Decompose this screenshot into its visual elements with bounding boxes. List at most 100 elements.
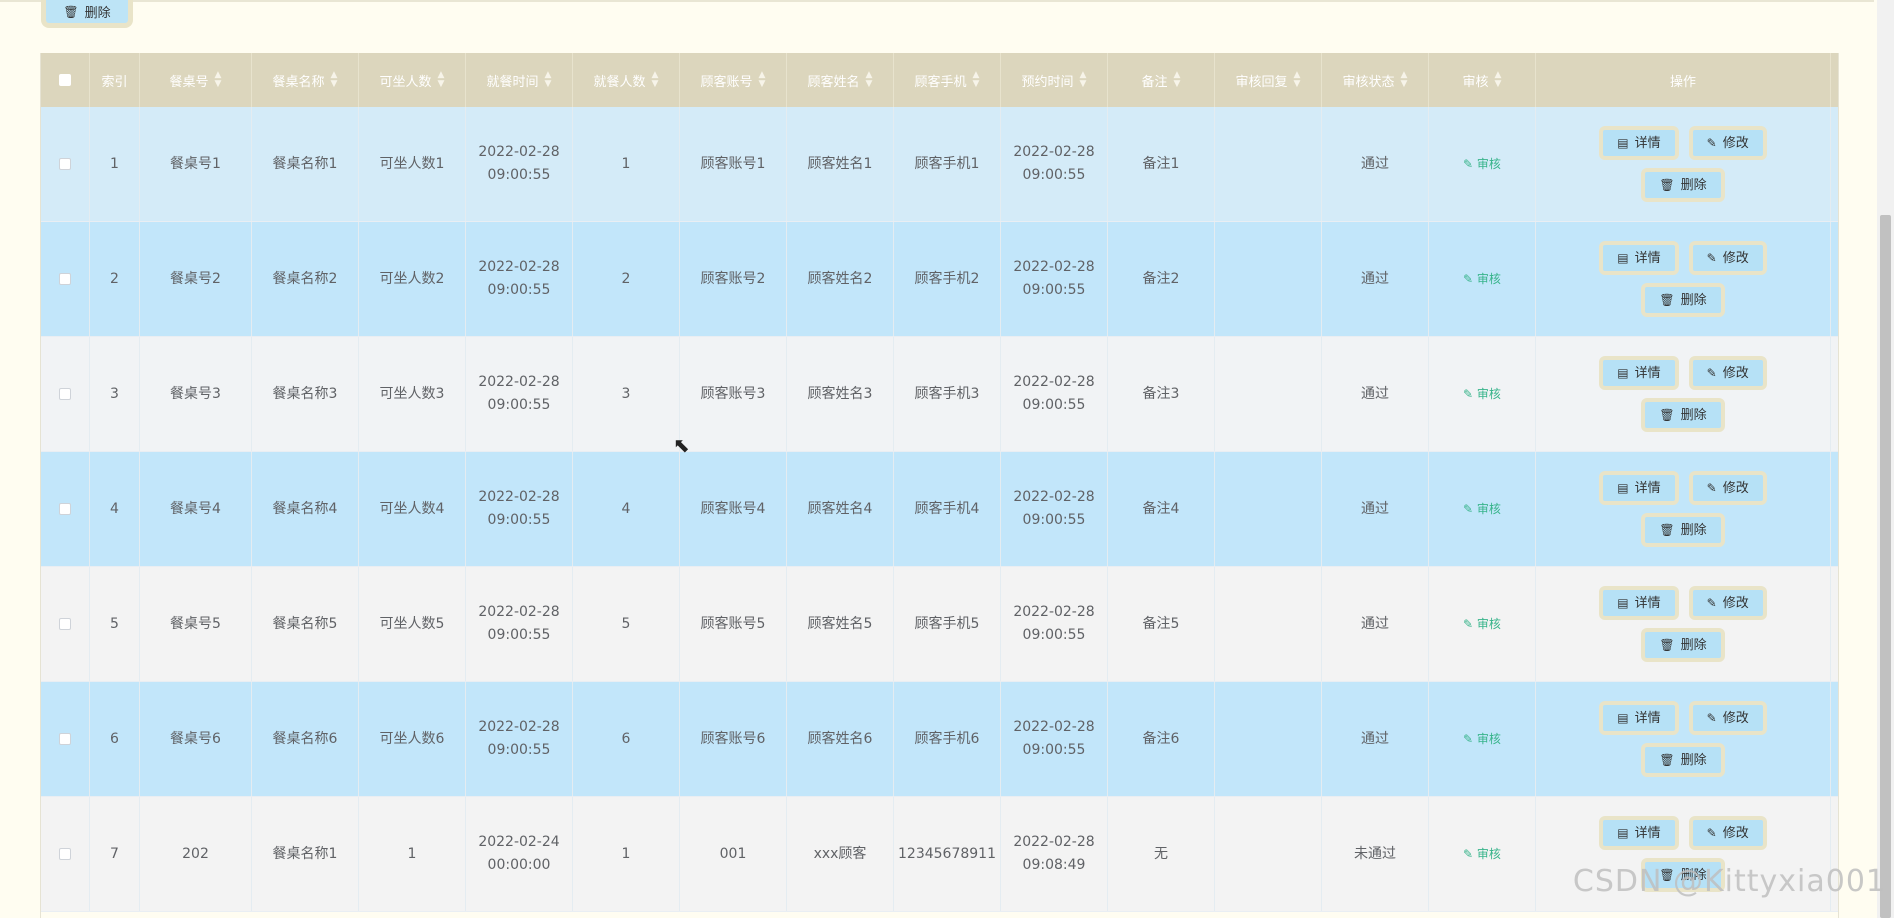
table-body: 1 餐桌号1 餐桌名称1 可坐人数1 2022-02-28 09:00:55 1 顾客账号1… (41, 107, 1838, 912)
row-checkbox[interactable] (59, 733, 71, 745)
row-select-cell[interactable] (41, 337, 90, 451)
delete-button[interactable]: 🗑 删除 (1641, 743, 1725, 777)
column-header[interactable]: 餐桌号 ▲ ▼ (140, 53, 252, 107)
row-checkbox[interactable] (59, 503, 71, 515)
review-link[interactable]: ✎ 审核 (1463, 268, 1501, 291)
sort-arrows-icon[interactable]: ▲ ▼ (438, 71, 445, 89)
pencil-icon: ✎ (1706, 825, 1717, 840)
column-header[interactable]: 餐桌名称 ▲ ▼ (252, 53, 359, 107)
review-link[interactable]: ✎ 审核 (1463, 613, 1501, 636)
sort-arrows-icon[interactable]: ▲ ▼ (866, 71, 873, 89)
delete-button[interactable]: 🗑 删除 (1641, 398, 1725, 432)
cell-account: 001 (680, 797, 787, 911)
edit-button[interactable]: ✎ 修改 (1688, 701, 1767, 735)
detail-button[interactable]: ▤ 详情 (1599, 701, 1679, 735)
edit-button[interactable]: ✎ 修改 (1688, 471, 1767, 505)
sort-arrows-icon[interactable]: ▲ ▼ (973, 71, 980, 89)
row-select-cell[interactable] (41, 567, 90, 681)
column-header[interactable]: 审核回复 ▲ ▼ (1215, 53, 1322, 107)
row-select-cell[interactable] (41, 222, 90, 336)
column-header-label: 顾客姓名 (807, 74, 860, 90)
header-select-all-cell[interactable] (41, 53, 90, 107)
ops-line-primary: ▤ 详情 ✎ 修改 (1599, 241, 1767, 275)
row-select-cell[interactable] (41, 682, 90, 796)
review-link[interactable]: ✎ 审核 (1463, 728, 1501, 751)
column-header-label: 可坐人数 (379, 74, 432, 90)
review-link-label: 审核 (1476, 616, 1501, 631)
select-all-checkbox[interactable] (59, 74, 71, 86)
cell-phone: 顾客手机4 (894, 452, 1001, 566)
edit-button[interactable]: ✎ 修改 (1688, 586, 1767, 620)
scrollbar-thumb[interactable] (1880, 215, 1891, 918)
cell-reserve-time: 2022-02-28 09:00:55 (1001, 337, 1108, 451)
column-header[interactable]: 顾客手机 ▲ ▼ (894, 53, 1001, 107)
edit-button[interactable]: ✎ 修改 (1688, 356, 1767, 390)
edit-label: 修改 (1722, 135, 1749, 151)
sort-arrows-icon[interactable]: ▲ ▼ (1174, 71, 1181, 89)
sort-arrows-icon[interactable]: ▲ ▼ (1294, 71, 1301, 89)
sort-arrows-icon[interactable]: ▲ ▼ (1401, 71, 1408, 89)
review-link[interactable]: ✎ 审核 (1463, 383, 1501, 406)
sort-arrows-icon[interactable]: ▲ ▼ (1080, 71, 1087, 89)
bulk-delete-button[interactable]: 🗑 删除 (41, 0, 133, 28)
edit-button[interactable]: ✎ 修改 (1688, 816, 1767, 850)
review-link[interactable]: ✎ 审核 (1463, 498, 1501, 521)
table-row: 3 餐桌号3 餐桌名称3 可坐人数3 2022-02-28 09:00:55 3 顾客账号3… (41, 337, 1838, 452)
cell-index: 4 (90, 452, 140, 566)
delete-label: 删除 (1680, 177, 1707, 193)
column-header[interactable]: 就餐人数 ▲ ▼ (573, 53, 680, 107)
row-checkbox[interactable] (59, 273, 71, 285)
column-header[interactable]: 审核状态 ▲ ▼ (1322, 53, 1429, 107)
column-header[interactable]: 顾客姓名 ▲ ▼ (787, 53, 894, 107)
detail-button[interactable]: ▤ 详情 (1599, 471, 1679, 505)
column-header[interactable]: 备注 ▲ ▼ (1108, 53, 1215, 107)
vertical-scrollbar[interactable] (1877, 0, 1894, 918)
row-select-cell[interactable] (41, 107, 90, 221)
detail-button[interactable]: ▤ 详情 (1599, 241, 1679, 275)
detail-button[interactable]: ▤ 详情 (1599, 816, 1679, 850)
column-header-label: 审核 (1462, 74, 1489, 90)
cell-account: 顾客账号6 (680, 682, 787, 796)
sort-arrows-icon[interactable]: ▲ ▼ (652, 71, 659, 89)
cell-dine-time: 2022-02-28 09:00:55 (466, 567, 573, 681)
ops-line-primary: ▤ 详情 ✎ 修改 (1599, 471, 1767, 505)
sort-arrows-icon[interactable]: ▲ ▼ (1495, 71, 1502, 89)
delete-button[interactable]: 🗑 删除 (1641, 513, 1725, 547)
row-checkbox[interactable] (59, 388, 71, 400)
row-checkbox[interactable] (59, 848, 71, 860)
detail-button[interactable]: ▤ 详情 (1599, 126, 1679, 160)
sort-arrows-icon[interactable]: ▲ ▼ (215, 71, 222, 89)
edit-icon: ✎ (1463, 156, 1477, 171)
sort-arrows-icon[interactable]: ▲ ▼ (759, 71, 766, 89)
delete-button[interactable]: 🗑 删除 (1641, 628, 1725, 662)
cell-reply (1215, 682, 1322, 796)
trash-icon: 🗑 (1659, 407, 1675, 422)
column-header[interactable]: 预约时间 ▲ ▼ (1001, 53, 1108, 107)
row-checkbox[interactable] (59, 618, 71, 630)
cell-review: ✎ 审核 (1429, 337, 1536, 451)
column-header[interactable]: 就餐时间 ▲ ▼ (466, 53, 573, 107)
edit-label: 修改 (1722, 250, 1749, 266)
column-header[interactable]: 可坐人数 ▲ ▼ (359, 53, 466, 107)
column-header-label: 就餐时间 (486, 74, 539, 90)
edit-icon: ✎ (1463, 386, 1477, 401)
column-header[interactable]: 顾客账号 ▲ ▼ (680, 53, 787, 107)
detail-button[interactable]: ▤ 详情 (1599, 586, 1679, 620)
edit-button[interactable]: ✎ 修改 (1688, 126, 1767, 160)
row-select-cell[interactable] (41, 452, 90, 566)
delete-button[interactable]: 🗑 删除 (1641, 283, 1725, 317)
review-link[interactable]: ✎ 审核 (1463, 843, 1501, 866)
edit-button[interactable]: ✎ 修改 (1688, 241, 1767, 275)
cell-seats: 可坐人数1 (359, 107, 466, 221)
column-header[interactable]: 审核 ▲ ▼ (1429, 53, 1536, 107)
pencil-icon: ✎ (1706, 250, 1717, 265)
review-link[interactable]: ✎ 审核 (1463, 153, 1501, 176)
row-select-cell[interactable] (41, 797, 90, 911)
delete-button[interactable]: 🗑 删除 (1641, 168, 1725, 202)
cell-remark: 备注1 (1108, 107, 1215, 221)
row-checkbox[interactable] (59, 158, 71, 170)
sort-arrows-icon[interactable]: ▲ ▼ (545, 71, 552, 89)
detail-button[interactable]: ▤ 详情 (1599, 356, 1679, 390)
detail-label: 详情 (1634, 825, 1661, 841)
sort-arrows-icon[interactable]: ▲ ▼ (331, 71, 338, 89)
